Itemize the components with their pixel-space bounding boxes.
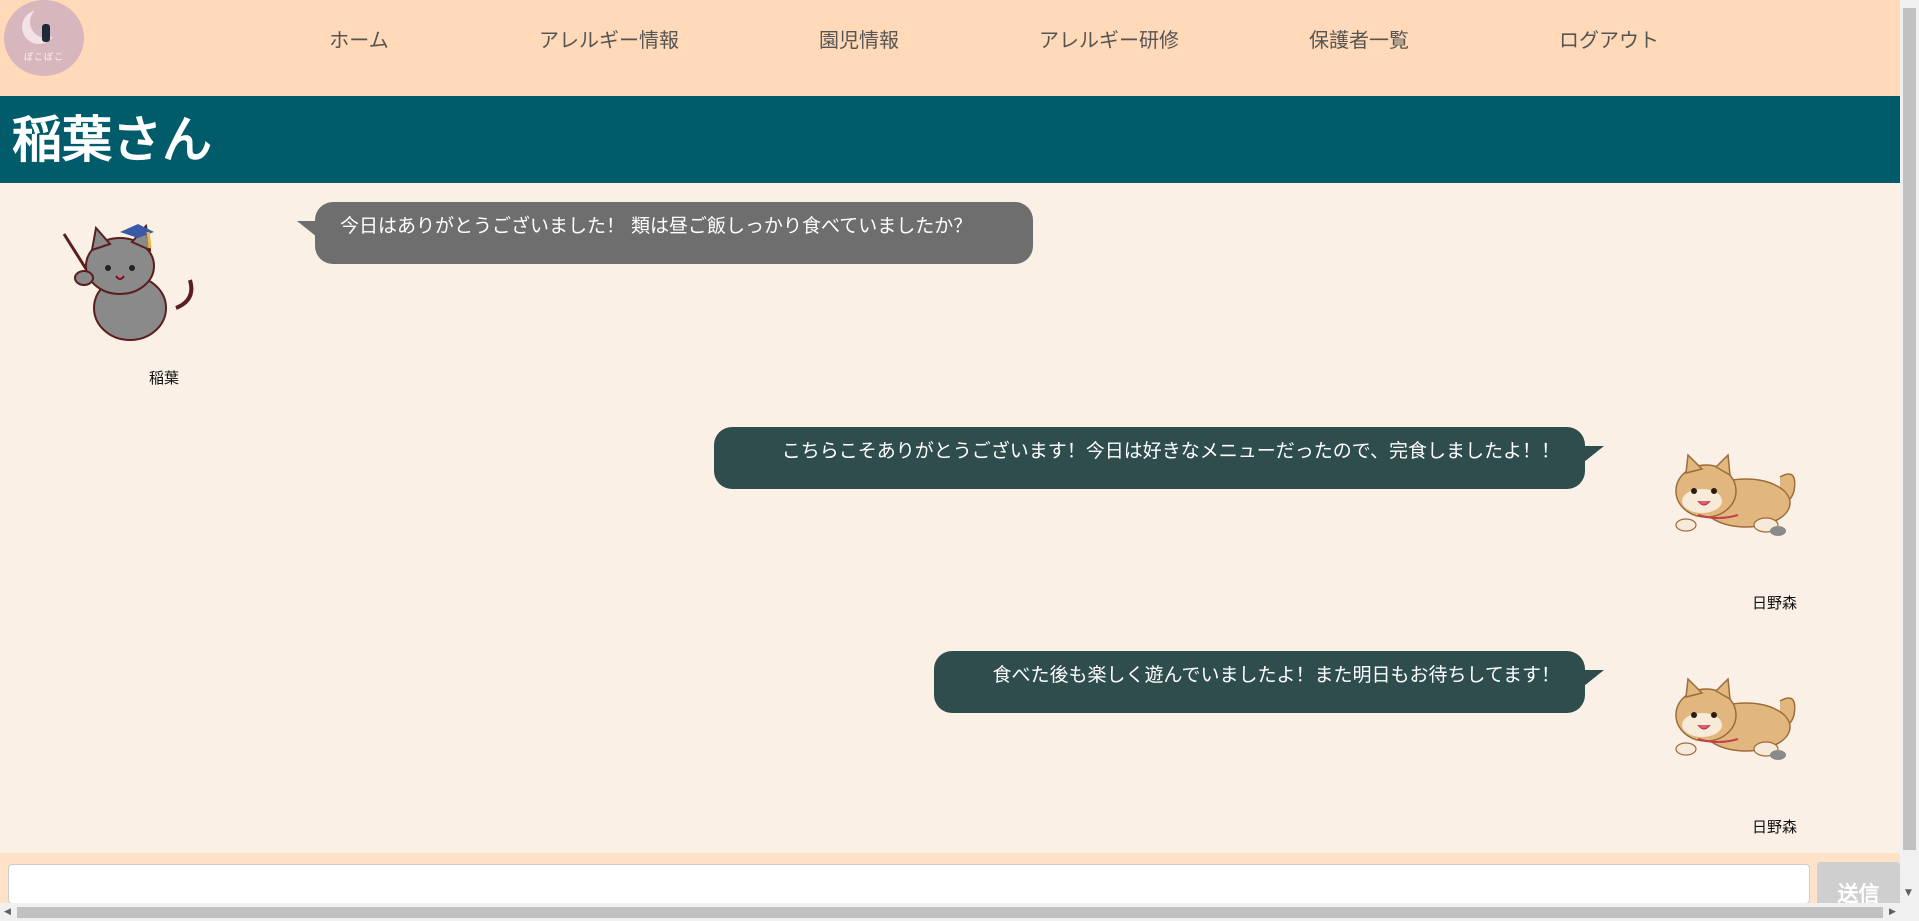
top-nav: ぽこぽこ ホーム アレルギー情報 園児情報 アレルギー研修 保護者一覧 ログアウ…	[0, 0, 1900, 96]
cat-silhouette-icon	[42, 24, 50, 42]
teacher-cat-icon	[58, 216, 198, 350]
logo-text: ぽこぽこ	[23, 53, 64, 63]
page-title: 稲葉さん	[12, 111, 212, 169]
message-bubble: 今日はありがとうございました！ 類は昼ご飯しっかり食べていましたか？	[315, 202, 1033, 264]
horizontal-scroll-thumb[interactable]	[17, 907, 1883, 918]
sender-name: 日野森	[1752, 594, 1798, 612]
vertical-scrollbar[interactable]: ▼	[1900, 0, 1919, 903]
horizontal-scrollbar[interactable]: ◀ ▶	[0, 903, 1919, 921]
shiba-dog-icon	[1668, 675, 1804, 769]
nav-allergy-training[interactable]: アレルギー研修	[999, 26, 1219, 54]
nav-home[interactable]: ホーム	[249, 26, 469, 54]
scroll-right-arrow-icon[interactable]: ▶	[1889, 907, 1896, 917]
sender-name: 日野森	[1752, 818, 1798, 836]
send-button[interactable]: 送信	[1817, 862, 1900, 907]
nav-logout[interactable]: ログアウト	[1499, 26, 1719, 54]
scroll-left-arrow-icon[interactable]: ◀	[4, 907, 11, 917]
nav-child-info[interactable]: 園児情報	[749, 26, 969, 54]
message-input[interactable]	[8, 864, 1810, 904]
scroll-down-arrow-icon[interactable]: ▼	[1905, 888, 1912, 898]
logo[interactable]: ぽこぽこ	[4, 0, 84, 76]
nav-allergy-info[interactable]: アレルギー情報	[499, 26, 719, 54]
message-bubble: こちらこそありがとうございます！今日は好きなメニューだったので、完食しましたよ！…	[714, 427, 1585, 489]
shiba-dog-icon	[1668, 451, 1804, 545]
message-bubble: 食べた後も楽しく遊んでいましたよ！また明日もお待ちしてます！	[934, 651, 1585, 713]
page-header: 稲葉さん	[0, 96, 1900, 183]
nav-guardian-list[interactable]: 保護者一覧	[1249, 26, 1469, 54]
vertical-scroll-thumb[interactable]	[1903, 8, 1916, 850]
sender-name: 稲葉	[149, 369, 180, 387]
